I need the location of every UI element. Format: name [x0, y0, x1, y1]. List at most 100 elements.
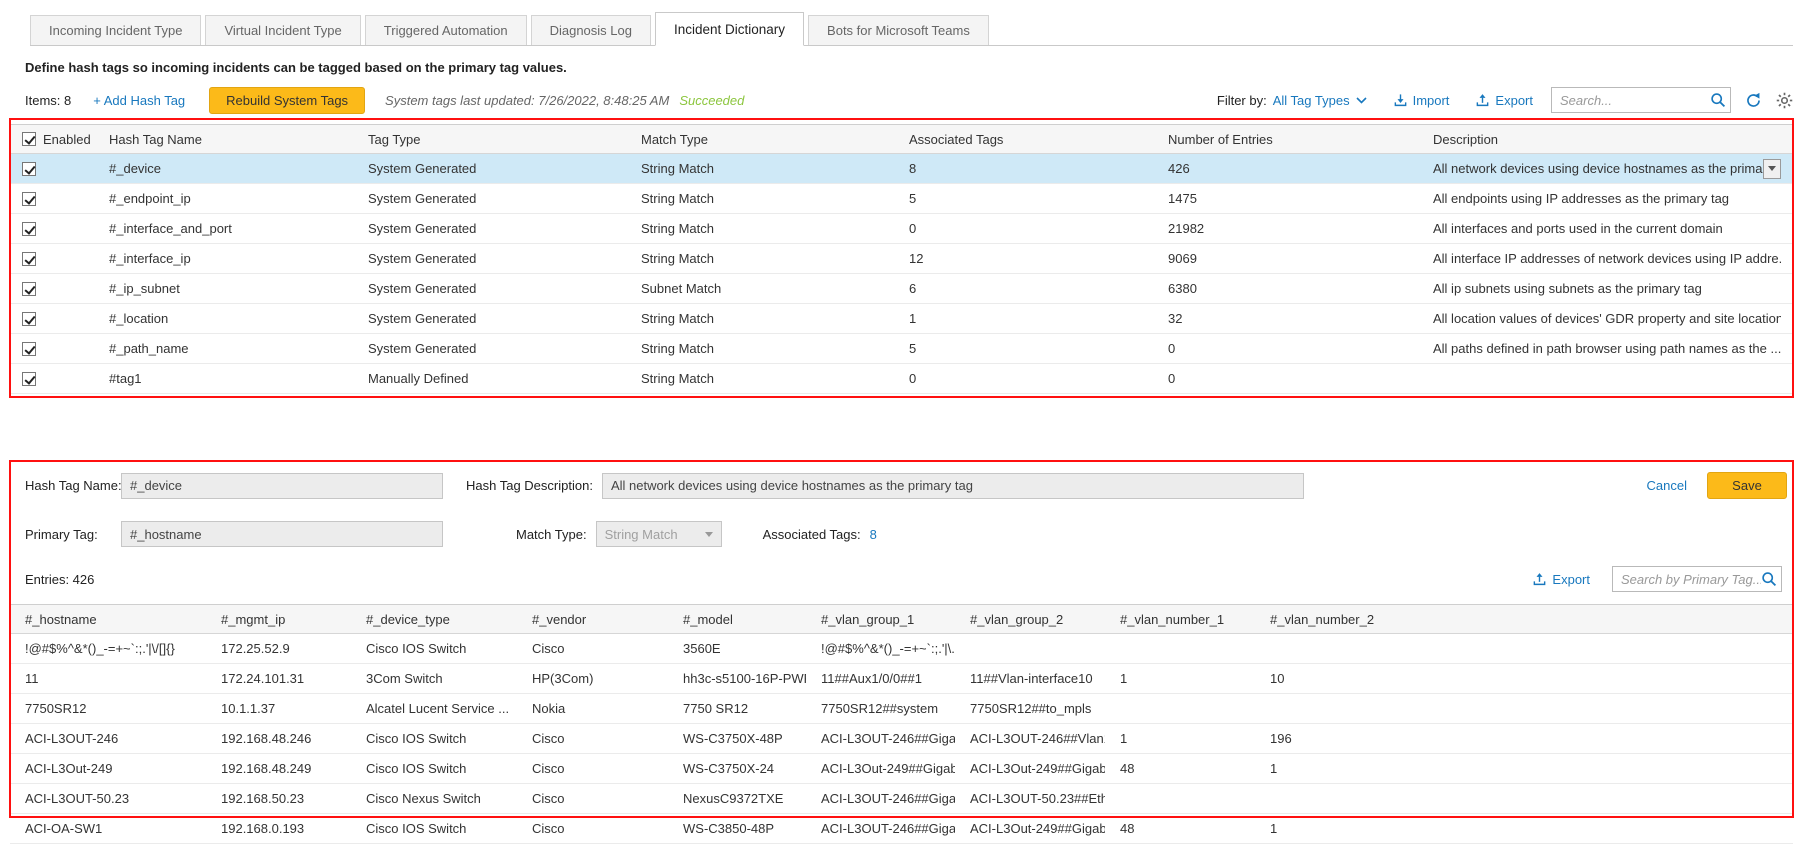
entry-cell-1: 172.25.52.9 [206, 634, 351, 663]
gear-icon[interactable] [1776, 92, 1793, 109]
entry-cell-6: ACI-L3OUT-50.23##Eth... [955, 784, 1105, 813]
entry-row[interactable]: ACI-OA-SW1192.168.0.193Cisco IOS SwitchC… [10, 814, 1793, 844]
hash-tag-name-field[interactable] [121, 473, 443, 499]
save-button[interactable]: Save [1707, 472, 1787, 499]
entries-export-button[interactable]: Export [1532, 572, 1590, 587]
hash-tag-row[interactable]: #_deviceSystem GeneratedString Match8426… [10, 154, 1793, 184]
enabled-checkbox[interactable] [22, 372, 36, 386]
col-vlan-group-2: #_vlan_group_2 [955, 605, 1105, 633]
tab-diagnosis-log[interactable]: Diagnosis Log [531, 15, 651, 45]
entry-cell-1: 192.168.50.23 [206, 784, 351, 813]
match-type-cell: String Match [626, 334, 894, 363]
hash-tag-row[interactable]: #_interface_ipSystem GeneratedString Mat… [10, 244, 1793, 274]
associated-tags-cell: 8 [894, 154, 1153, 183]
entry-cell-3: Cisco [517, 634, 668, 663]
cancel-button[interactable]: Cancel [1647, 478, 1687, 493]
entries-count-cell: 21982 [1153, 214, 1418, 243]
hash-tag-description-label: Hash Tag Description: [466, 478, 593, 493]
hash-tag-table-body: #_deviceSystem GeneratedString Match8426… [10, 154, 1793, 394]
tab-triggered-automation[interactable]: Triggered Automation [365, 15, 527, 45]
select-all-checkbox[interactable] [22, 132, 36, 146]
tab-bots-for-microsoft-teams[interactable]: Bots for Microsoft Teams [808, 15, 989, 45]
entry-cell-3: Cisco [517, 754, 668, 783]
tab-virtual-incident-type[interactable]: Virtual Incident Type [205, 15, 360, 45]
entry-row[interactable]: ACI-L3OUT-246192.168.48.246Cisco IOS Swi… [10, 724, 1793, 754]
match-type-cell: String Match [626, 364, 894, 393]
entry-row[interactable]: !@#$%^&*()_-=+~`:;.'|\/[]{}172.25.52.9 Ci… [10, 634, 1793, 664]
entry-cell-1: 192.168.48.246 [206, 724, 351, 753]
enabled-checkbox[interactable] [22, 312, 36, 326]
search-icon[interactable] [1761, 571, 1777, 587]
add-hash-tag-button[interactable]: + Add Hash Tag [93, 93, 185, 108]
tag-type-cell: System Generated [353, 334, 626, 363]
enabled-checkbox[interactable] [22, 162, 36, 176]
tag-type-cell: System Generated [353, 304, 626, 333]
entry-cell-3: Nokia [517, 694, 668, 723]
tag-type-cell: System Generated [353, 154, 626, 183]
hash-tag-description-field[interactable] [602, 473, 1304, 499]
hash-tag-row[interactable]: #_interface_and_portSystem GeneratedStri… [10, 214, 1793, 244]
entry-cell-1: 10.1.1.37 [206, 694, 351, 723]
tab-incoming-incident-type[interactable]: Incoming Incident Type [30, 15, 201, 45]
last-updated-text: System tags last updated: 7/26/2022, 8:4… [385, 93, 669, 108]
match-type-cell: String Match [626, 214, 894, 243]
entry-cell-4: WS-C3750X-24 [668, 754, 806, 783]
hash-tag-name-label: Hash Tag Name: [25, 478, 121, 493]
chevron-down-icon [1356, 97, 1367, 104]
description-cell: All interfaces and ports used in the cur… [1418, 214, 1793, 243]
entry-row[interactable]: 11172.24.101.313Com SwitchHP(3Com)hh3c-s… [10, 664, 1793, 694]
import-button[interactable]: Import [1393, 93, 1450, 108]
entries-search-input[interactable] [1621, 572, 1761, 587]
col-vlan-number-2: #_vlan_number_2 [1255, 605, 1793, 633]
hash-tag-row[interactable]: #_path_nameSystem GeneratedString Match5… [10, 334, 1793, 364]
hash-tag-row[interactable]: #_endpoint_ipSystem GeneratedString Matc… [10, 184, 1793, 214]
entry-cell-7: 1 [1105, 724, 1255, 753]
entry-row[interactable]: ACI-L3OUT-50.23192.168.50.23Cisco Nexus … [10, 784, 1793, 814]
description-text: All paths defined in path browser using … [1433, 334, 1781, 363]
hash-tag-name-cell: #_interface_and_port [94, 214, 353, 243]
entry-cell-0: !@#$%^&*()_-=+~`:;.'|\/[]{} [10, 634, 206, 663]
hash-tag-row[interactable]: #_ip_subnetSystem GeneratedSubnet Match6… [10, 274, 1793, 304]
entry-cell-2: Cisco Nexus Switch [351, 784, 517, 813]
description-dropdown-icon[interactable] [1763, 159, 1781, 179]
search-input[interactable] [1560, 93, 1710, 108]
entries-count-cell: 6380 [1153, 274, 1418, 303]
entry-cell-8: 1 [1255, 754, 1793, 783]
col-description: Description [1418, 125, 1793, 153]
primary-tag-field[interactable] [121, 521, 443, 547]
hash-tag-name-cell: #_interface_ip [94, 244, 353, 273]
entries-table-body: !@#$%^&*()_-=+~`:;.'|\/[]{}172.25.52.9 Ci… [10, 634, 1793, 844]
match-type-cell: String Match [626, 304, 894, 333]
tab-bar: Incoming Incident TypeVirtual Incident T… [30, 12, 1793, 46]
match-type-select[interactable]: String Match [596, 521, 722, 547]
search-icon[interactable] [1710, 92, 1726, 108]
enabled-checkbox[interactable] [22, 252, 36, 266]
rebuild-system-tags-button[interactable]: Rebuild System Tags [209, 87, 365, 114]
filter-value-text: All Tag Types [1273, 93, 1350, 108]
entry-cell-2: Cisco IOS Switch [351, 754, 517, 783]
entry-cell-4: 7750 SR12 [668, 694, 806, 723]
associated-tags-cell: 5 [894, 184, 1153, 213]
hash-tag-row[interactable]: #tag1Manually DefinedString Match00 [10, 364, 1793, 394]
export-button[interactable]: Export [1475, 93, 1533, 108]
tag-type-cell: System Generated [353, 274, 626, 303]
entry-cell-2: Cisco IOS Switch [351, 724, 517, 753]
tab-incident-dictionary[interactable]: Incident Dictionary [655, 12, 804, 46]
description-cell: All endpoints using IP addresses as the … [1418, 184, 1793, 213]
enabled-checkbox[interactable] [22, 282, 36, 296]
enabled-checkbox[interactable] [22, 222, 36, 236]
entry-row[interactable]: ACI-L3Out-249192.168.48.249Cisco IOS Swi… [10, 754, 1793, 784]
refresh-icon[interactable] [1745, 92, 1762, 109]
entry-row[interactable]: 7750SR1210.1.1.37Alcatel Lucent Service … [10, 694, 1793, 724]
hash-tag-name-cell: #tag1 [94, 364, 353, 393]
enabled-checkbox[interactable] [22, 342, 36, 356]
associated-tags-cell: 0 [894, 364, 1153, 393]
detail-row-3: Entries: 426 Export [25, 566, 1782, 592]
entry-cell-5: ACI-L3OUT-246##Giga... [806, 784, 955, 813]
associated-tags-count[interactable]: 8 [870, 527, 877, 542]
col-model: #_model [668, 605, 806, 633]
entry-cell-3: HP(3Com) [517, 664, 668, 693]
enabled-checkbox[interactable] [22, 192, 36, 206]
hash-tag-row[interactable]: #_locationSystem GeneratedString Match13… [10, 304, 1793, 334]
tag-type-filter-dropdown[interactable]: All Tag Types [1273, 93, 1367, 108]
